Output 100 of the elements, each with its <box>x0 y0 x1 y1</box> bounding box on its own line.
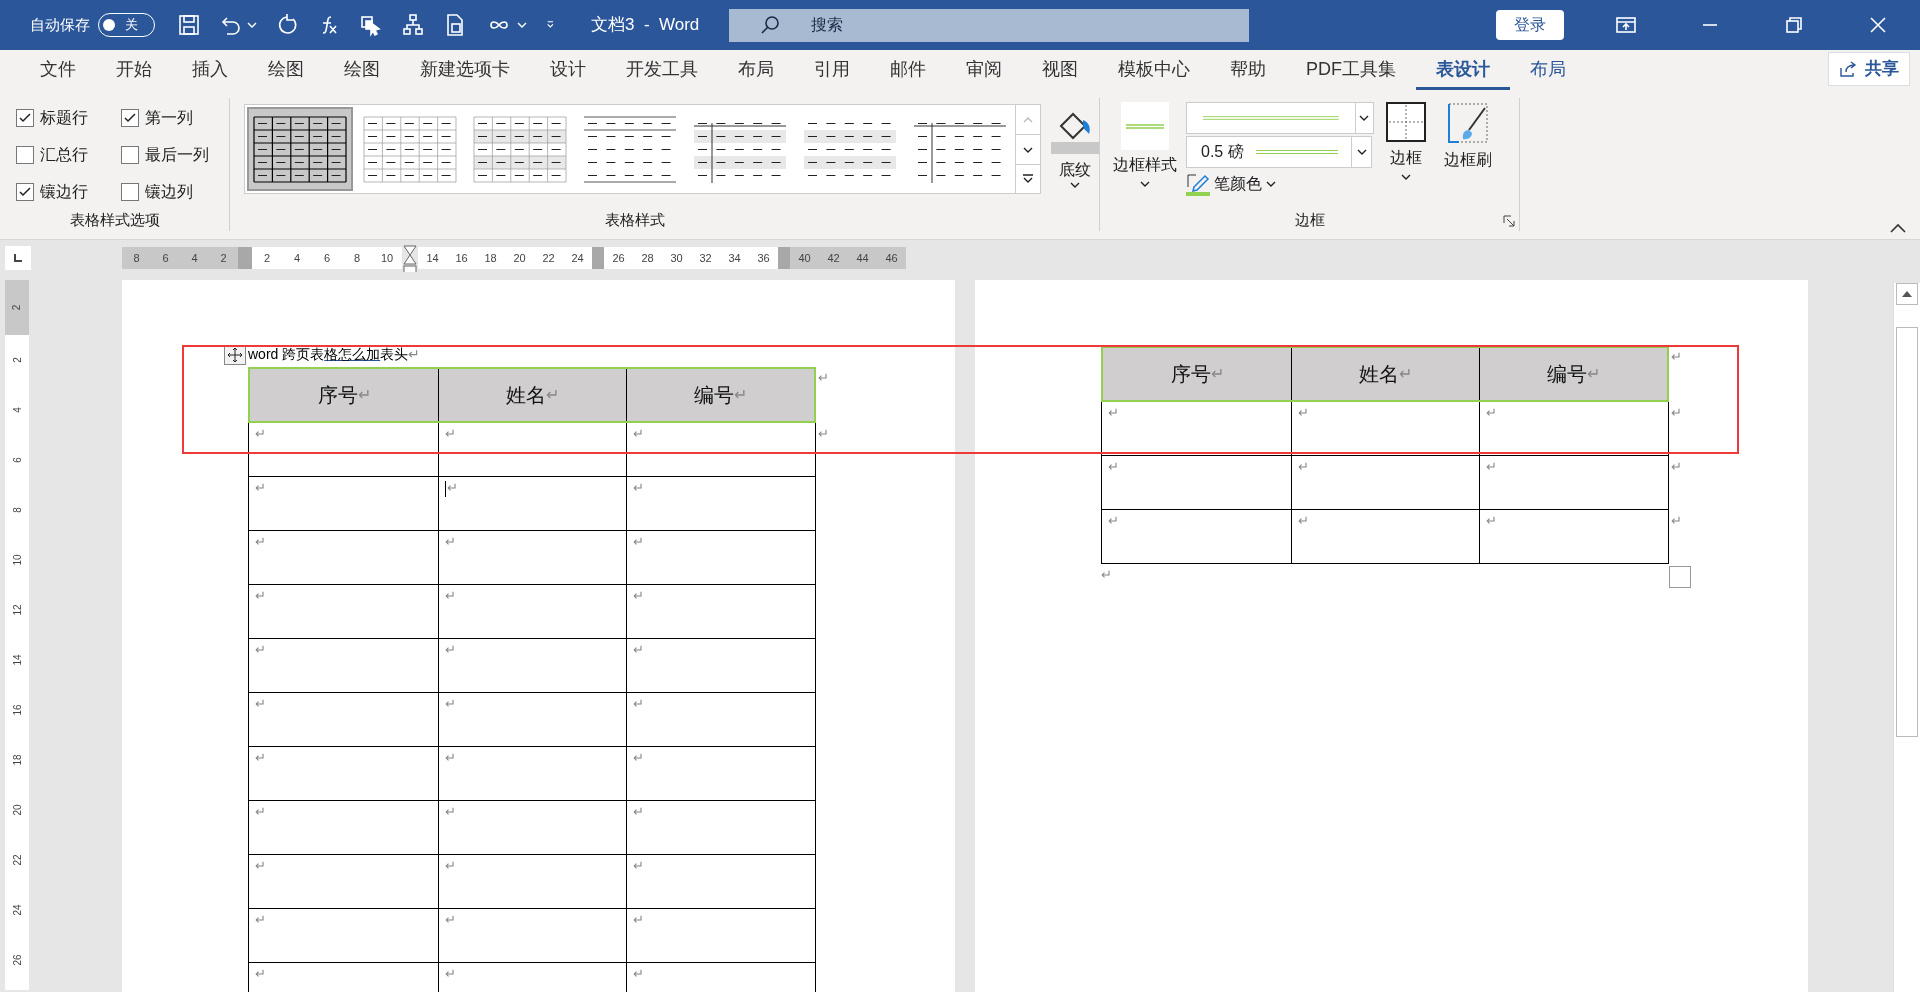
ribbon-tab[interactable]: 布局 <box>1510 52 1586 90</box>
ruler-margin-marker[interactable] <box>238 247 252 269</box>
table-cell[interactable]: ↵ <box>626 423 816 476</box>
borders-button[interactable]: 边框 <box>1380 102 1432 180</box>
checkbox[interactable] <box>16 146 34 164</box>
table-cell[interactable]: ↵ <box>437 477 627 530</box>
checkbox[interactable] <box>16 183 34 201</box>
table-cell[interactable]: ↵ <box>437 909 627 962</box>
ribbon-tab[interactable]: 绘图 <box>248 52 324 90</box>
table-cell[interactable]: ↵ <box>1290 402 1480 455</box>
table-cell[interactable]: ↵ <box>626 963 816 992</box>
table-cell[interactable]: ↵ <box>1102 402 1291 455</box>
table-cell[interactable]: ↵ <box>626 585 816 638</box>
ruler-number: 10 <box>10 554 24 566</box>
table-cell[interactable]: ↵ <box>249 423 438 476</box>
table-cell[interactable]: ↵ <box>1479 402 1669 455</box>
table-cell[interactable]: ↵ <box>626 855 816 908</box>
ribbon-tab[interactable]: 引用 <box>794 52 870 90</box>
table-cell[interactable]: ↵ <box>249 909 438 962</box>
table-cell[interactable]: ↵ <box>626 531 816 584</box>
vertical-scrollbar[interactable] <box>1893 283 1920 992</box>
ruler-number: 30 <box>669 250 684 266</box>
table-cell[interactable]: ↵ <box>437 693 627 746</box>
table-cell[interactable]: ↵ <box>1290 510 1480 563</box>
table-cell[interactable]: ↵ <box>626 639 816 692</box>
table-cell[interactable]: ↵ <box>437 531 627 584</box>
table-cell[interactable]: ↵ <box>437 639 627 692</box>
table-cell[interactable]: ↵ <box>626 693 816 746</box>
ribbon-tab[interactable]: PDF工具集 <box>1286 52 1416 90</box>
save-icon[interactable] <box>177 13 201 37</box>
ribbon-tab[interactable]: 帮助 <box>1210 52 1286 90</box>
line-weight-dropdown[interactable]: 0.5 磅 <box>1186 136 1372 168</box>
table-cell[interactable]: ↵ <box>437 855 627 908</box>
share-button[interactable]: 共享 <box>1828 52 1910 86</box>
indent-marker-icon[interactable] <box>402 245 418 275</box>
ribbon-tab[interactable]: 布局 <box>718 52 794 90</box>
border-painter-button[interactable]: 边框刷 <box>1438 102 1498 172</box>
shading-button[interactable]: 底纹 <box>1051 104 1099 188</box>
select-objects-icon[interactable] <box>359 13 383 37</box>
org-chart-icon[interactable] <box>401 13 425 37</box>
table-cell[interactable]: ↵ <box>437 801 627 854</box>
table-cell[interactable]: ↵ <box>249 963 438 992</box>
ribbon-tab[interactable]: 开发工具 <box>606 52 718 90</box>
dialog-launcher-icon[interactable] <box>1503 215 1515 227</box>
table-cell[interactable]: ↵ <box>1479 510 1669 563</box>
table-cell[interactable]: ↵ <box>249 639 438 692</box>
table-cell[interactable]: ↵ <box>626 747 816 800</box>
table-cell[interactable]: ↵ <box>249 531 438 584</box>
ruler-number: 16 <box>10 704 24 716</box>
table-cell[interactable]: ↵ <box>626 909 816 962</box>
table-cell[interactable]: ↵ <box>1290 456 1480 509</box>
ribbon-tab[interactable]: 设计 <box>530 52 606 90</box>
pen-color-button[interactable]: 笔颜色 <box>1186 172 1374 196</box>
table-cell[interactable]: ↵ <box>249 477 438 530</box>
ruler-number: 18 <box>10 754 24 766</box>
ribbon-tab[interactable]: 插入 <box>172 52 248 90</box>
checkbox[interactable] <box>120 109 139 127</box>
ribbon-tab[interactable]: 文件 <box>20 52 96 90</box>
collapse-ribbon-icon[interactable] <box>1890 223 1906 233</box>
table-cell[interactable]: ↵ <box>249 801 438 854</box>
paragraph-mark: ↵ <box>1671 514 1683 527</box>
login-button[interactable]: 登录 <box>1496 10 1564 40</box>
table-cell[interactable]: ↵ <box>437 585 627 638</box>
ribbon-tab[interactable]: 开始 <box>96 52 172 90</box>
ribbon-tab[interactable]: 审阅 <box>946 52 1022 90</box>
ruler-column-marker[interactable] <box>592 247 604 269</box>
table-cell[interactable]: ↵ <box>437 423 627 476</box>
checkbox[interactable] <box>120 183 139 201</box>
paragraph-mark: ↵ <box>818 371 829 384</box>
ribbon-tab[interactable]: 绘图 <box>324 52 400 90</box>
table-cell[interactable]: ↵ <box>437 747 627 800</box>
ribbon-tab[interactable]: 新建选项卡 <box>400 52 530 90</box>
table-cell[interactable]: ↵ <box>1479 456 1669 509</box>
border-styles-button[interactable]: 边框样式 <box>1110 102 1180 187</box>
ribbon-tab[interactable]: 视图 <box>1022 52 1098 90</box>
ruler-margin-marker[interactable] <box>778 247 790 269</box>
table-cell[interactable]: ↵ <box>249 747 438 800</box>
checkbox[interactable] <box>16 109 34 127</box>
table-move-handle-icon[interactable] <box>224 344 246 365</box>
table-cell[interactable]: ↵ <box>626 477 816 530</box>
checkbox-label: 标题行 <box>40 108 88 128</box>
table-resize-handle[interactable] <box>1669 566 1691 588</box>
ribbon-tab[interactable]: 邮件 <box>870 52 946 90</box>
table-cell[interactable]: ↵ <box>249 693 438 746</box>
ribbon-tab[interactable]: 模板中心 <box>1098 52 1210 90</box>
scroll-up-icon[interactable] <box>1896 283 1918 305</box>
checkbox[interactable] <box>120 146 139 164</box>
search-field[interactable]: 搜索 <box>729 8 1250 42</box>
ruler-number: 44 <box>855 250 870 266</box>
table-cell[interactable]: ↵ <box>1102 456 1291 509</box>
tab-selector[interactable] <box>5 246 31 270</box>
table-cell[interactable]: ↵ <box>1102 510 1291 563</box>
table-cell[interactable]: ↵ <box>626 801 816 854</box>
checkbox-label: 第一列 <box>144 108 193 128</box>
table-style-thumbnail[interactable] <box>247 107 353 191</box>
scroll-thumb[interactable] <box>1896 327 1918 737</box>
table-cell[interactable]: ↵ <box>249 585 438 638</box>
caret-icon <box>1266 181 1276 187</box>
table-cell[interactable]: ↵ <box>249 855 438 908</box>
table-cell[interactable]: ↵ <box>437 963 627 992</box>
